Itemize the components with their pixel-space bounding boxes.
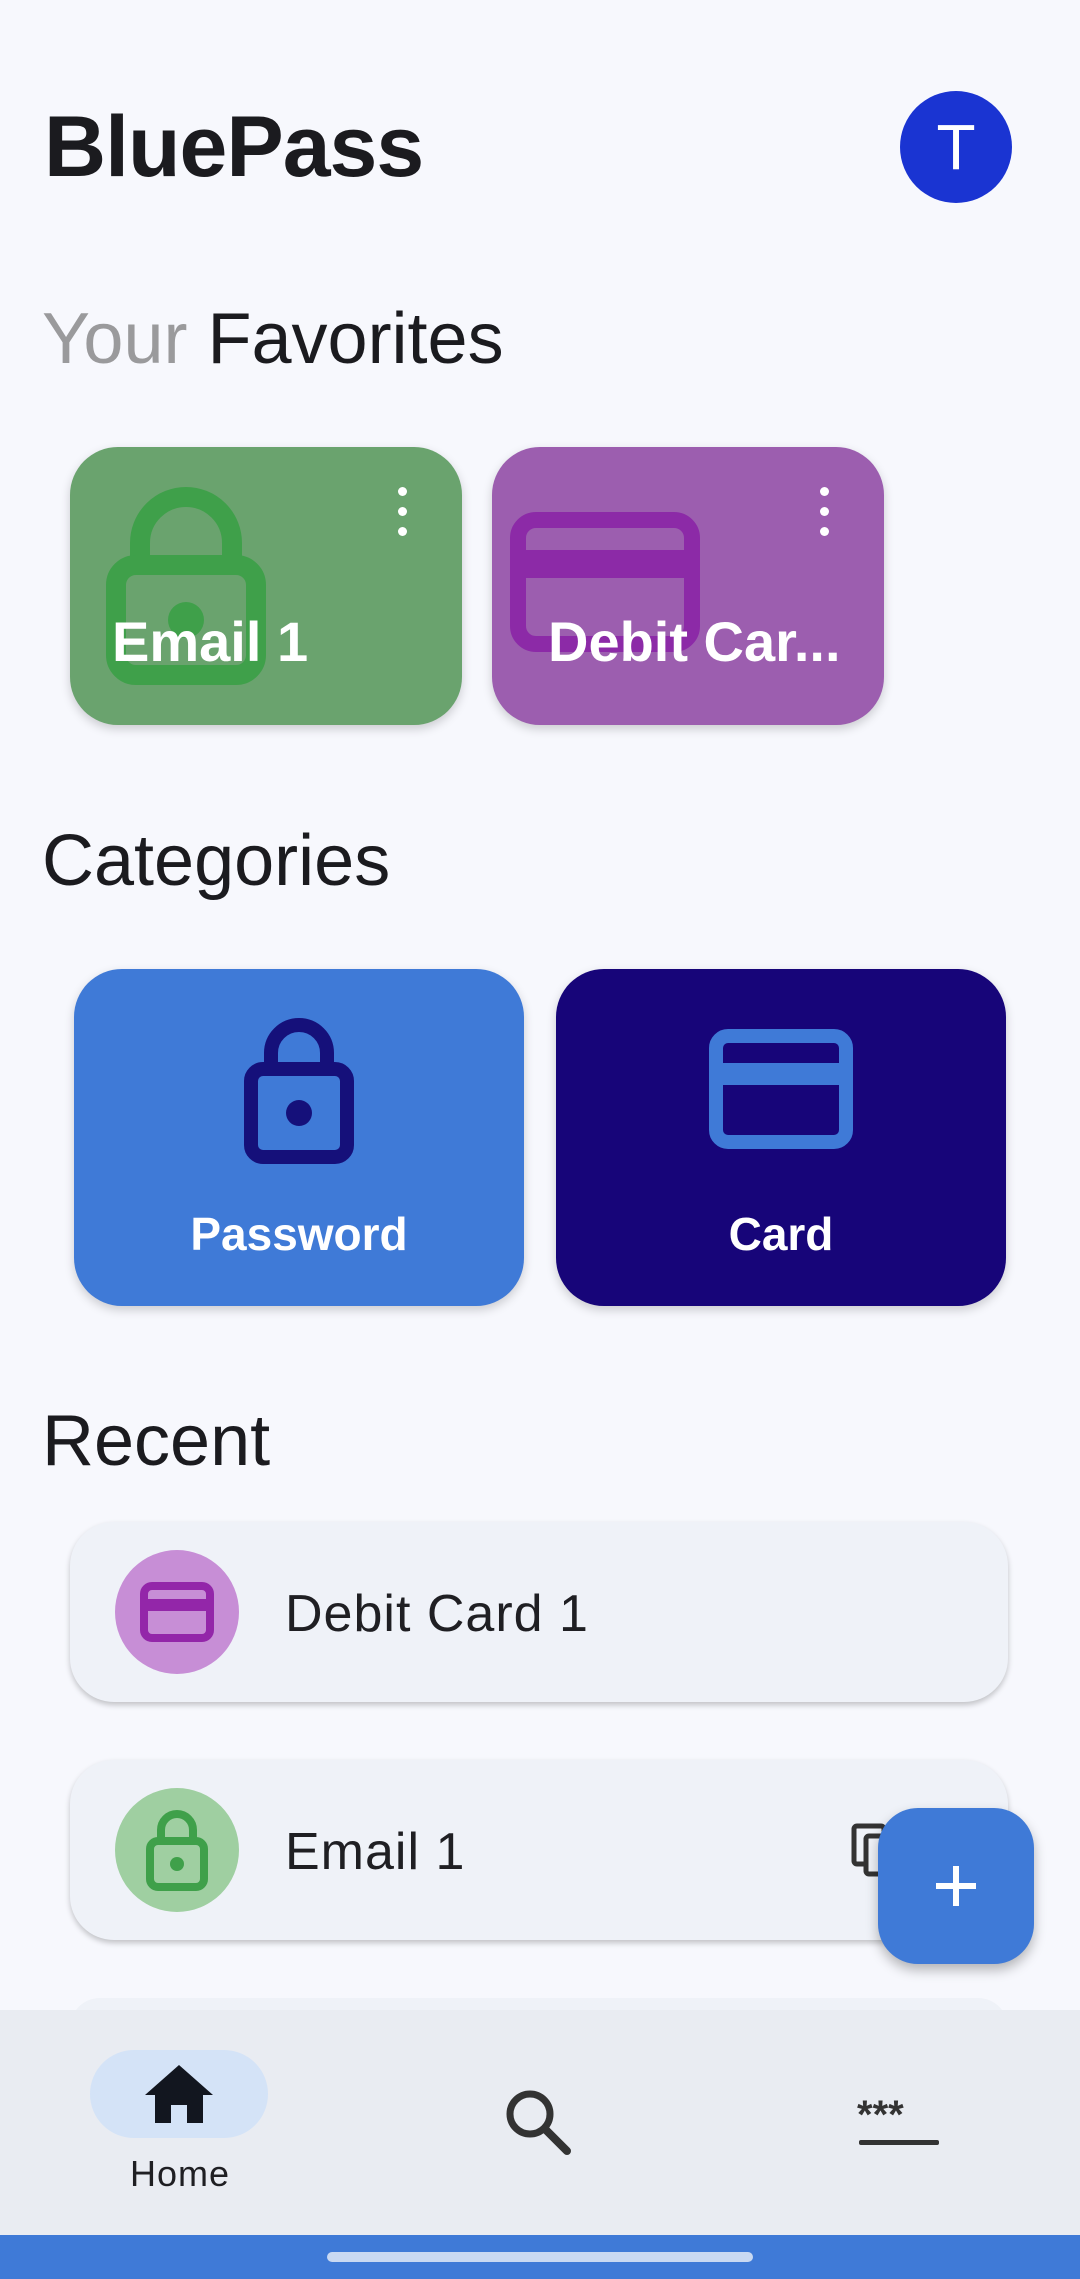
- favorites-title-main: Favorites: [207, 299, 504, 379]
- lock-icon: [146, 1810, 208, 1891]
- recent-title: Recent: [42, 1401, 271, 1481]
- recent-item-title: Email 1: [285, 1823, 466, 1881]
- home-icon: [145, 2065, 213, 2123]
- recent-item-title: Debit Card 1: [285, 1585, 589, 1643]
- favorites-title-muted: Your: [42, 299, 188, 379]
- favorite-label: Debit Car...: [548, 610, 841, 673]
- favorites-title: Your Favorites: [42, 298, 504, 380]
- bottom-navigation: Home ***: [0, 2010, 1080, 2235]
- category-label: Password: [190, 1208, 408, 1260]
- category-label: Card: [728, 1208, 834, 1260]
- item-avatar: [115, 1550, 239, 1674]
- more-vert-icon[interactable]: [814, 487, 834, 537]
- credit-card-icon: [709, 1029, 853, 1149]
- favorite-card-debit-card[interactable]: Debit Car...: [492, 447, 884, 725]
- category-password[interactable]: Password: [74, 969, 524, 1306]
- categories-title: Categories: [42, 821, 391, 901]
- more-vert-icon[interactable]: [392, 487, 412, 537]
- recent-item-debit-card-1[interactable]: Debit Card 1: [70, 1522, 1008, 1702]
- app-title: BluePass: [44, 99, 424, 195]
- favorite-label: Email 1: [112, 610, 309, 673]
- nav-item-passwords[interactable]: ***: [720, 2010, 1080, 2235]
- svg-text:***: ***: [857, 2098, 904, 2137]
- recent-item-email-1[interactable]: Email 1: [70, 1760, 1008, 1940]
- item-avatar: [115, 1788, 239, 1912]
- category-card[interactable]: Card: [556, 969, 1006, 1306]
- home-indicator[interactable]: [327, 2252, 753, 2262]
- favorite-card-email-1[interactable]: Email 1: [70, 447, 462, 725]
- credit-card-icon: [140, 1582, 214, 1642]
- search-icon: [506, 2090, 571, 2155]
- nav-label-home: Home: [129, 2153, 231, 2194]
- lock-icon: [244, 1018, 354, 1164]
- password-icon: ***: [857, 2098, 939, 2145]
- plus-icon: [936, 1866, 976, 1906]
- nav-item-home[interactable]: Home: [0, 2010, 360, 2235]
- user-avatar[interactable]: T: [900, 91, 1012, 203]
- nav-item-search[interactable]: [360, 2010, 720, 2235]
- add-item-button[interactable]: [878, 1808, 1034, 1964]
